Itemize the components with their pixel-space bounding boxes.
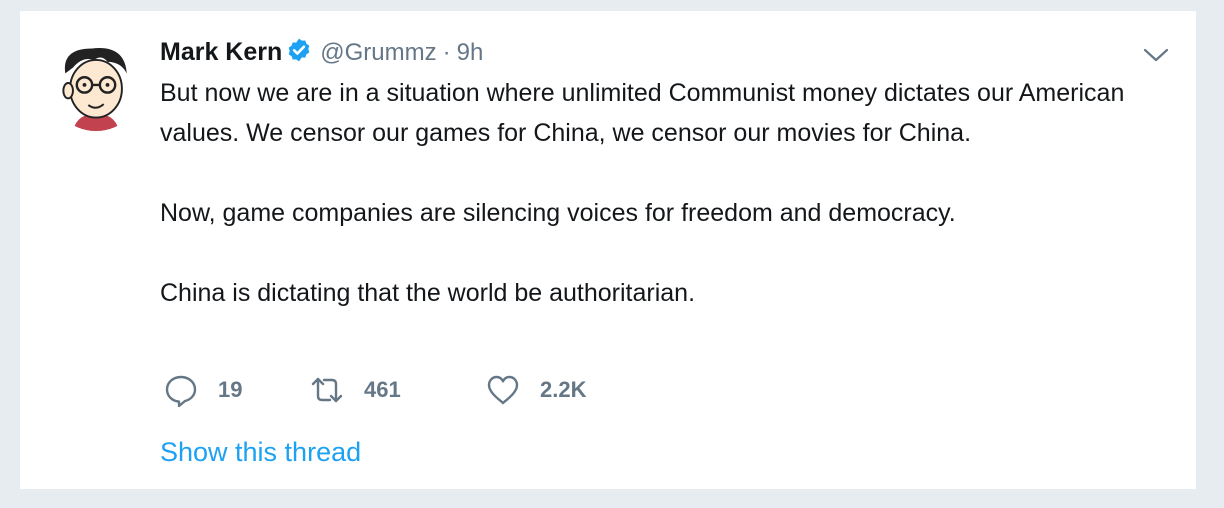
like-button[interactable]: 2.2K bbox=[486, 373, 586, 407]
tweet-timestamp[interactable]: 9h bbox=[457, 39, 484, 67]
like-count: 2.2K bbox=[540, 377, 587, 402]
reply-button[interactable]: 19 bbox=[164, 373, 310, 407]
reply-icon bbox=[165, 375, 197, 407]
tweet-actions: 19 461 2.2K bbox=[164, 373, 586, 407]
tweet-header: Mark Kern @Grummz · 9h bbox=[160, 37, 483, 68]
verified-badge-icon bbox=[282, 37, 320, 68]
separator: · bbox=[442, 38, 451, 66]
tweet-paragraph: Now, game companies are silencing voices… bbox=[160, 199, 956, 227]
author-handle[interactable]: @Grummz bbox=[320, 39, 436, 67]
tweet-card[interactable]: Mark Kern @Grummz · 9h But now we are in… bbox=[20, 10, 1196, 490]
avatar[interactable] bbox=[48, 35, 144, 131]
tweet-paragraph: But now we are in a situation where unli… bbox=[160, 79, 1125, 147]
tweet-text: But now we are in a situation where unli… bbox=[160, 73, 1160, 313]
chevron-down-icon[interactable] bbox=[1142, 45, 1170, 65]
author-name[interactable]: Mark Kern bbox=[160, 38, 282, 67]
retweet-icon bbox=[311, 377, 343, 403]
reply-count: 19 bbox=[218, 377, 243, 402]
heart-icon bbox=[487, 375, 519, 405]
retweet-button[interactable]: 461 bbox=[310, 373, 486, 407]
tweet-paragraph: China is dictating that the world be aut… bbox=[160, 279, 696, 307]
show-thread-link[interactable]: Show this thread bbox=[160, 437, 361, 468]
retweet-count: 461 bbox=[364, 377, 401, 402]
